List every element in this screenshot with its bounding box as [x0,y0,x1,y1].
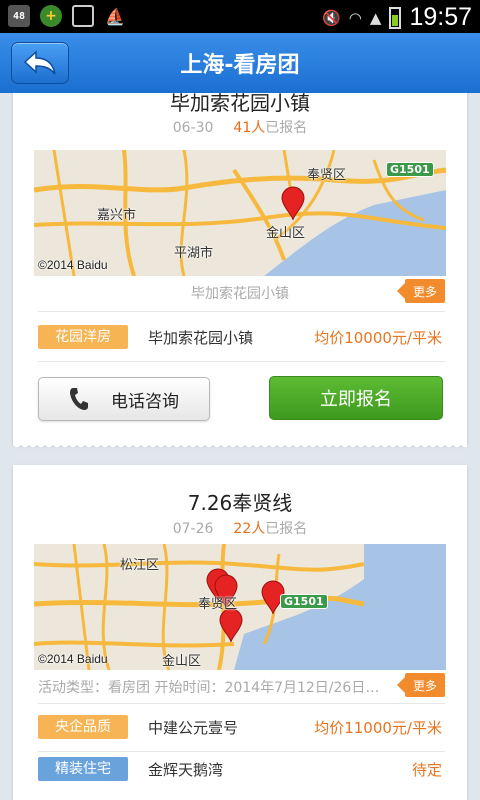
property-price: 均价11000元/平米 [314,719,442,737]
card-edge [13,443,467,451]
phone-consult-label: 电话咨询 [111,391,179,412]
image-icon [72,5,94,27]
property-price: 均价10000元/平米 [314,329,442,347]
tour-meta: 07-26 22人已报名 [13,518,467,538]
clock: 19:57 [409,3,472,31]
property-name: 毕加索花园小镇 [148,329,254,347]
tour-date: 06-30 [172,120,214,136]
property-row[interactable]: 花园洋房 毕加索花园小镇 均价10000元/平米 [38,325,442,351]
map-label: 平湖市 [174,246,214,261]
property-tag: 央企品质 [38,715,128,739]
divider [38,311,445,312]
signal-icon: ▲ [369,8,382,27]
tour-card: 毕加索花园小镇 06-30 41人已报名 嘉兴市 奉贤区 金山区 平湖市 G15… [13,93,467,451]
map-label: 金山区 [162,654,202,669]
map-label: 奉贤区 [198,597,238,612]
map-label: 嘉兴市 [97,208,137,223]
signup-button[interactable]: 立即报名 [269,376,443,420]
divider [38,751,445,752]
signup-suffix: 已报名 [265,521,308,537]
more-button[interactable]: 更多 [397,279,445,303]
property-tag: 精装住宅 [38,757,128,781]
property-row[interactable]: 精装住宅 金辉天鹅湾 待定 [38,757,442,783]
highway-shield: G1501 [280,594,328,609]
signup-suffix: 已报名 [265,120,308,136]
property-tag: 花园洋房 [38,325,128,349]
divider [38,361,445,362]
property-name: 金辉天鹅湾 [148,761,224,779]
network-48-icon: 48 [8,5,30,27]
divider [38,703,445,704]
app-header: 上海-看房团 [0,33,480,93]
tour-card: 7.26奉贤线 07-26 22人已报名 松江区 奉贤区 金山区 G1501 ©… [13,465,467,800]
battery-icon [389,6,402,29]
map-label: 松江区 [120,558,160,573]
signup-count: 22人 [233,521,266,537]
route-map[interactable]: 嘉兴市 奉贤区 金山区 平湖市 G1501 ©2014 Baidu [34,150,446,276]
tour-date: 07-26 [172,521,214,537]
route-map[interactable]: 松江区 奉贤区 金山区 G1501 ©2014 Baidu [34,544,446,670]
map-credit: ©2014 Baidu [38,652,108,666]
tour-meta: 06-30 41人已报名 [13,117,467,137]
wifi-icon: ◠ [348,8,362,27]
phone-icon [70,388,88,410]
tour-title: 7.26奉贤线 [187,491,293,515]
plus-icon: + [40,5,62,27]
status-bar: 48 + ⛵ 🔇 ◠ ▲ 19:57 [0,0,480,33]
property-price: 待定 [411,761,442,779]
property-name: 中建公元壹号 [148,719,239,737]
map-credit: ©2014 Baidu [38,258,108,272]
more-button[interactable]: 更多 [397,673,445,697]
property-row[interactable]: 央企品质 中建公元壹号 均价11000元/平米 [38,715,442,741]
phone-consult-button[interactable]: 电话咨询 [38,377,210,421]
page-title: 上海-看房团 [180,53,300,78]
signup-count: 41人 [233,120,266,136]
highway-shield: G1501 [386,162,434,177]
tour-title: 毕加索花园小镇 [170,93,310,115]
tour-list[interactable]: 毕加索花园小镇 06-30 41人已报名 嘉兴市 奉贤区 金山区 平湖市 G15… [0,93,480,800]
map-label: 奉贤区 [307,168,347,183]
mute-icon: 🔇 [322,8,341,27]
map-label: 金山区 [266,226,306,241]
boat-icon: ⛵ [105,6,125,26]
